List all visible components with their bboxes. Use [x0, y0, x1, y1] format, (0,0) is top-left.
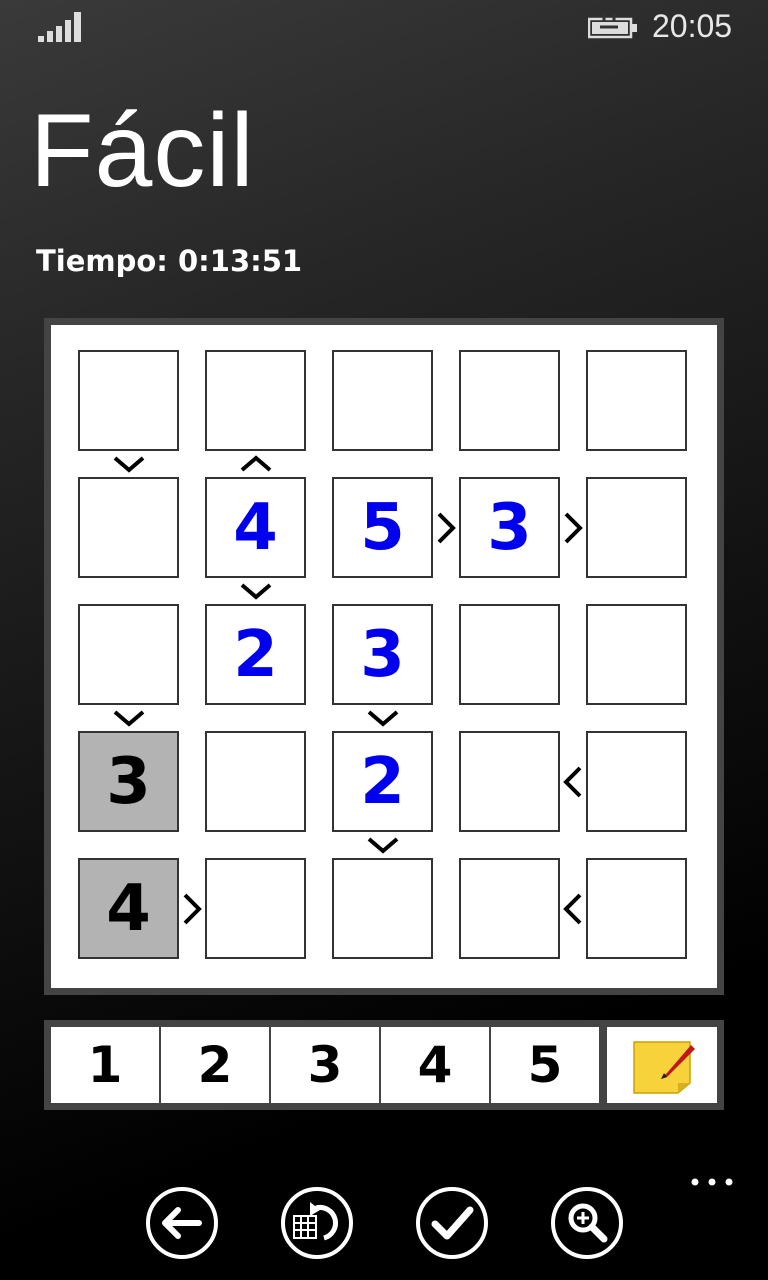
board-cell[interactable]: 5 — [332, 477, 433, 578]
checkmark-icon — [431, 1206, 474, 1240]
puzzle-board: 45323324 — [44, 318, 724, 995]
grid-undo-icon — [293, 1202, 338, 1241]
board-cell[interactable] — [459, 604, 560, 705]
battery-charging-icon — [588, 14, 637, 39]
board-cell[interactable] — [586, 350, 687, 451]
board-cell[interactable]: 3 — [332, 604, 433, 705]
board-cell[interactable] — [332, 350, 433, 451]
inequality-sign — [563, 893, 582, 924]
board-cell[interactable] — [586, 858, 687, 959]
ellipsis-icon — [691, 1178, 733, 1186]
board-cell[interactable]: 3 — [459, 477, 560, 578]
zoom-in-icon — [568, 1203, 608, 1243]
board-cell[interactable] — [586, 731, 687, 832]
back-button[interactable] — [145, 1186, 219, 1260]
board-cell: 3 — [78, 731, 179, 832]
inequality-sign — [240, 455, 271, 472]
number-key-4[interactable]: 4 — [381, 1027, 489, 1103]
board-cell[interactable]: 4 — [205, 477, 306, 578]
board-cell[interactable] — [586, 477, 687, 578]
number-key-5[interactable]: 5 — [491, 1027, 599, 1103]
signal-strength-icon — [38, 12, 81, 42]
zoom-button[interactable] — [550, 1186, 624, 1260]
board-cell[interactable] — [459, 858, 560, 959]
inequality-sign — [563, 766, 582, 797]
board-cell[interactable] — [586, 604, 687, 705]
board-cell[interactable] — [459, 350, 560, 451]
board-cell: 4 — [78, 858, 179, 959]
board-cell[interactable] — [205, 731, 306, 832]
board-cell[interactable] — [205, 858, 306, 959]
inequality-sign — [564, 512, 583, 543]
board-cell[interactable] — [78, 477, 179, 578]
inequality-sign — [113, 456, 144, 473]
number-key-1[interactable]: 1 — [51, 1027, 159, 1103]
number-key-2[interactable]: 2 — [161, 1027, 269, 1103]
board-cell[interactable]: 2 — [332, 731, 433, 832]
status-clock: 20:05 — [652, 8, 733, 44]
sticky-note-pencil-icon — [633, 1041, 695, 1094]
undo-button[interactable] — [280, 1186, 354, 1260]
board-cell[interactable] — [205, 350, 306, 451]
board-cell[interactable] — [459, 731, 560, 832]
inequality-sign — [183, 893, 202, 924]
elapsed-timer: Tiempo: 0:13:51 — [36, 244, 303, 278]
board-cell[interactable]: 2 — [205, 604, 306, 705]
inequality-sign — [240, 583, 271, 600]
check-button[interactable] — [415, 1186, 489, 1260]
board-cell[interactable] — [332, 858, 433, 959]
arrow-left-icon — [162, 1207, 202, 1239]
inequality-sign — [437, 512, 456, 543]
board-cell[interactable] — [78, 350, 179, 451]
number-pad: 12345 — [44, 1020, 724, 1110]
inequality-sign — [113, 710, 144, 727]
page-title: Fácil — [30, 93, 255, 209]
inequality-sign — [367, 710, 398, 727]
more-options-button[interactable] — [690, 1172, 734, 1192]
status-bar: 20:05 — [0, 0, 768, 56]
board-cell[interactable] — [78, 604, 179, 705]
inequality-sign — [367, 837, 398, 854]
number-key-3[interactable]: 3 — [271, 1027, 379, 1103]
notes-toggle-button[interactable] — [607, 1027, 717, 1103]
